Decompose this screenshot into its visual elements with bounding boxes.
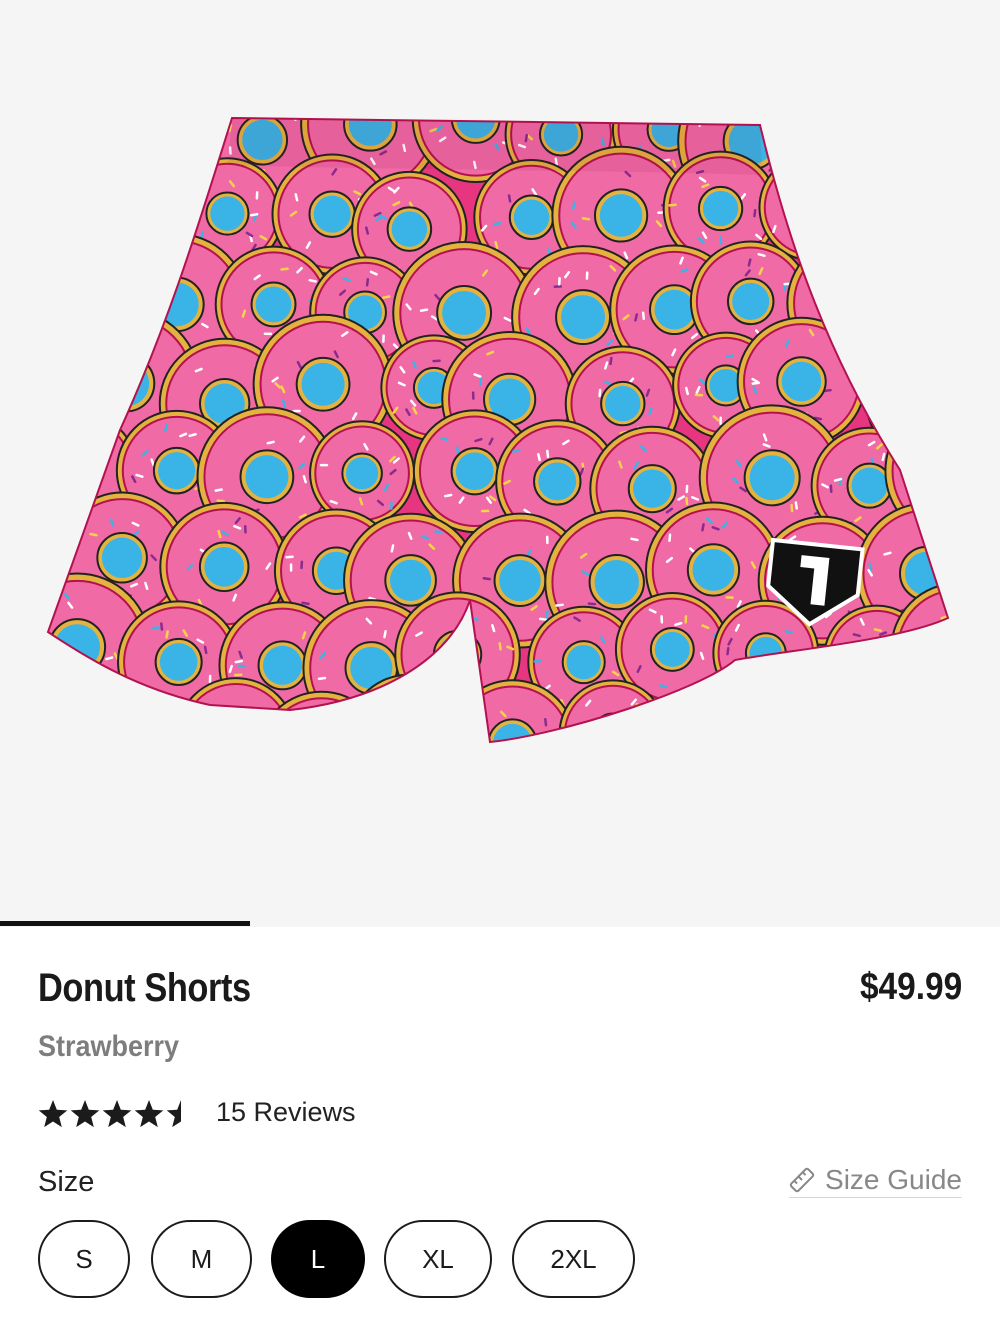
donut-print [894, 225, 948, 374]
donut-print [48, 118, 135, 188]
size-option-m[interactable]: M [151, 1220, 252, 1298]
donut-print [48, 324, 82, 457]
donut-print [448, 679, 577, 742]
donut-print [849, 689, 948, 742]
donut-print [256, 690, 388, 742]
donut-print [48, 155, 92, 270]
size-option-s[interactable]: S [38, 1220, 130, 1298]
donut-print [777, 118, 926, 203]
product-image-gallery[interactable] [0, 0, 1000, 927]
size-option-2xl[interactable]: 2XL [512, 1220, 635, 1298]
size-guide-label: Size Guide [825, 1163, 962, 1195]
donut-print [84, 158, 201, 275]
size-option-xl[interactable]: XL [384, 1220, 492, 1298]
donut-print [175, 677, 297, 742]
donut-print [842, 155, 948, 290]
product-title: Donut Shorts [38, 966, 251, 1010]
donut-print [105, 118, 234, 193]
carousel-progress-indicator [0, 921, 250, 926]
donut-print [48, 238, 156, 365]
star-fill [134, 1100, 164, 1128]
donut-shorts-product-image[interactable] [0, 0, 1000, 927]
donut-print [886, 118, 948, 194]
donut-print [764, 673, 888, 742]
star-fill [70, 1100, 100, 1128]
reviews-link[interactable]: 15 Reviews [216, 1097, 356, 1128]
donut-print [758, 153, 867, 262]
star-fill [102, 1100, 132, 1128]
size-option-l[interactable]: L [271, 1220, 365, 1298]
donut-print [558, 679, 668, 742]
product-price: $49.99 [859, 966, 962, 1008]
product-color-name: Strawberry [38, 1030, 180, 1063]
ruler-icon [789, 1167, 815, 1192]
donut-print [48, 692, 82, 742]
size-guide-link[interactable]: Size Guide [789, 1164, 962, 1198]
star-rating[interactable] [38, 1096, 198, 1132]
star-fill [38, 1100, 68, 1128]
size-label: Size [38, 1166, 95, 1198]
donut-print [658, 679, 789, 742]
donut-print [78, 686, 202, 742]
